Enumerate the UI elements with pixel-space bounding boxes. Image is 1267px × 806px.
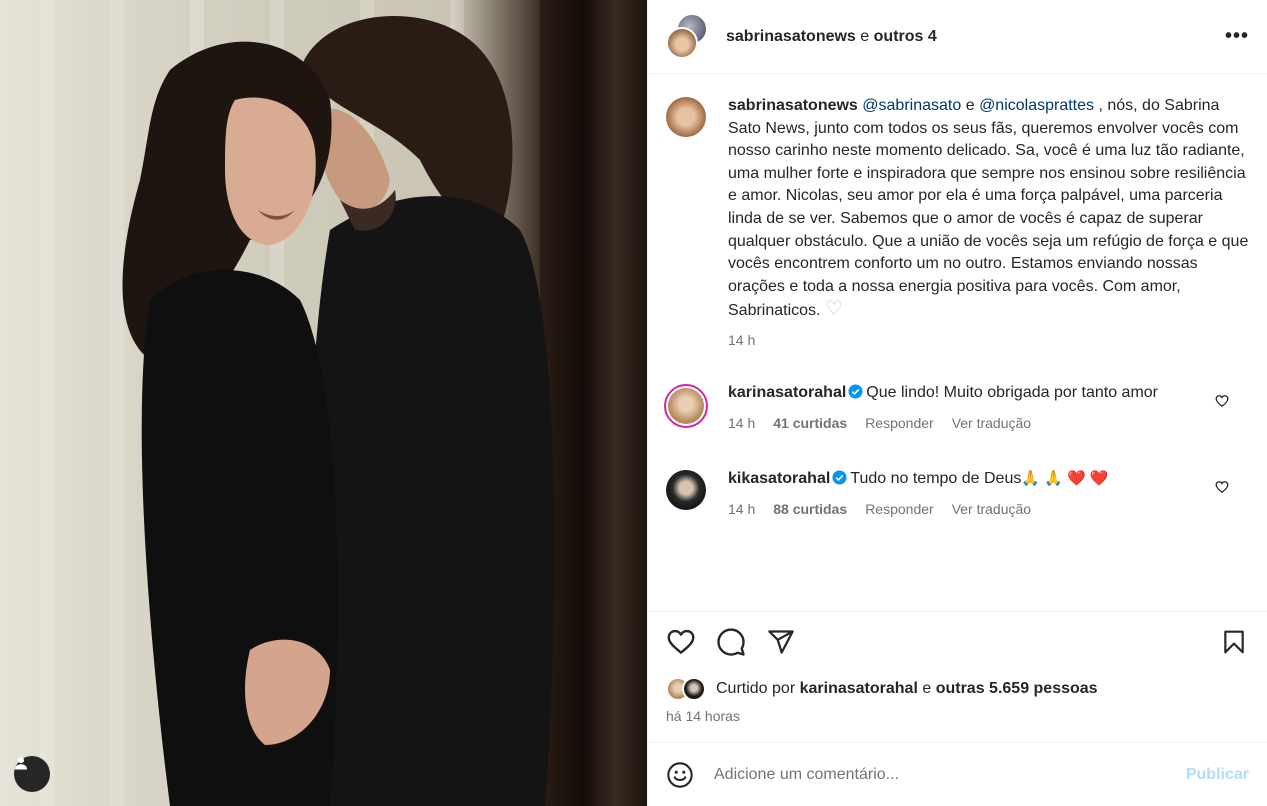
user-tag-icon: [15, 757, 27, 770]
post-timestamp[interactable]: há 14 horas: [666, 708, 1249, 724]
comment-time[interactable]: 14 h: [728, 498, 755, 521]
bookmark-icon: [1224, 630, 1244, 653]
comment-like-icon[interactable]: [1215, 480, 1229, 494]
liked-by-user[interactable]: karinasatorahal: [800, 680, 918, 698]
mention-link[interactable]: @nicolasprattes: [979, 97, 1094, 114]
see-translation-button[interactable]: Ver tradução: [952, 412, 1031, 435]
comment-emojis: 🙏 🙏 ❤️ ❤️: [1021, 469, 1109, 487]
caption: sabrinasatonews @sabrinasato e @nicolasp…: [666, 95, 1249, 352]
see-translation-button[interactable]: Ver tradução: [952, 498, 1031, 521]
post-details-panel: sabrinasatonews e outros 4 ••• sabrinasa…: [647, 0, 1267, 806]
add-comment-form: Publicar: [648, 742, 1267, 806]
publish-button[interactable]: Publicar: [1186, 766, 1249, 784]
reply-button[interactable]: Responder: [865, 412, 934, 435]
caption-username[interactable]: sabrinasatonews: [728, 97, 858, 114]
comment-username[interactable]: kikasatorahal: [728, 470, 830, 487]
header-connector: e: [860, 27, 870, 45]
caption-connector: e: [965, 97, 975, 114]
comment-button[interactable]: [716, 627, 746, 657]
liked-by-connector: e: [922, 680, 932, 697]
mention-link[interactable]: @sabrinasato: [862, 97, 961, 114]
instagram-post-modal: sabrinasatonews e outros 4 ••• sabrinasa…: [0, 0, 1267, 806]
comment-likes[interactable]: 88 curtidas: [773, 498, 847, 521]
post-photo[interactable]: [0, 0, 647, 806]
comment-like-icon[interactable]: [1215, 394, 1229, 408]
heart-icon: [667, 629, 695, 654]
post-actions: [648, 611, 1267, 671]
save-button[interactable]: [1219, 627, 1249, 657]
verified-icon: [848, 384, 863, 399]
comment-item: karinasatorahal Que lindo! Muito obrigada…: [664, 382, 1249, 435]
header-usernames[interactable]: sabrinasatonews e outros 4: [726, 28, 937, 46]
verified-icon: [832, 470, 847, 485]
likes-section: Curtido por karinasatorahal e outras 5.6…: [666, 676, 1249, 724]
avatar: [682, 677, 706, 701]
collab-avatars[interactable]: [666, 12, 708, 59]
comment-text: Que lindo! Muito obrigada por tanto amor: [866, 383, 1159, 401]
avatar[interactable]: [666, 97, 706, 137]
avatar[interactable]: [664, 383, 708, 428]
avatar[interactable]: [666, 469, 706, 510]
comments-section: sabrinasatonews @sabrinasato e @nicolasp…: [648, 75, 1267, 611]
comment-time[interactable]: 14 h: [728, 412, 755, 435]
reply-button[interactable]: Responder: [865, 498, 934, 521]
more-options-button[interactable]: •••: [1225, 25, 1249, 48]
comment-likes[interactable]: 41 curtidas: [773, 412, 847, 435]
avatar: [666, 26, 698, 59]
liked-by-others[interactable]: outras 5.659 pessoas: [936, 680, 1098, 698]
comment-text: Tudo no tempo de Deus: [850, 469, 1022, 487]
user-tag-button[interactable]: [14, 756, 50, 792]
comment-input[interactable]: [714, 765, 1186, 784]
comment-icon: [717, 627, 745, 656]
comment-username[interactable]: karinasatorahal: [728, 384, 846, 401]
caption-body: , nós, do Sabrina Sato News, junto com t…: [728, 97, 1249, 320]
white-heart-emoji: ♡: [824, 298, 843, 321]
share-button[interactable]: [766, 627, 796, 657]
header-username[interactable]: sabrinasatonews: [726, 28, 856, 45]
post-header: sabrinasatonews e outros 4 •••: [648, 0, 1267, 74]
caption-time[interactable]: 14 h: [728, 329, 755, 352]
couple-illustration: [122, 15, 555, 806]
like-button[interactable]: [666, 627, 696, 657]
share-icon: [768, 629, 794, 654]
caption-text: sabrinasatonews @sabrinasato e @nicolasp…: [728, 95, 1249, 323]
emoji-icon[interactable]: [666, 761, 694, 789]
liked-by-avatars: [666, 676, 710, 702]
header-others[interactable]: outros 4: [874, 28, 937, 45]
liked-by-prefix: Curtido por: [716, 680, 796, 697]
comment-item: kikasatorahal Tudo no tempo de Deus🙏 🙏 ❤️…: [666, 468, 1249, 521]
